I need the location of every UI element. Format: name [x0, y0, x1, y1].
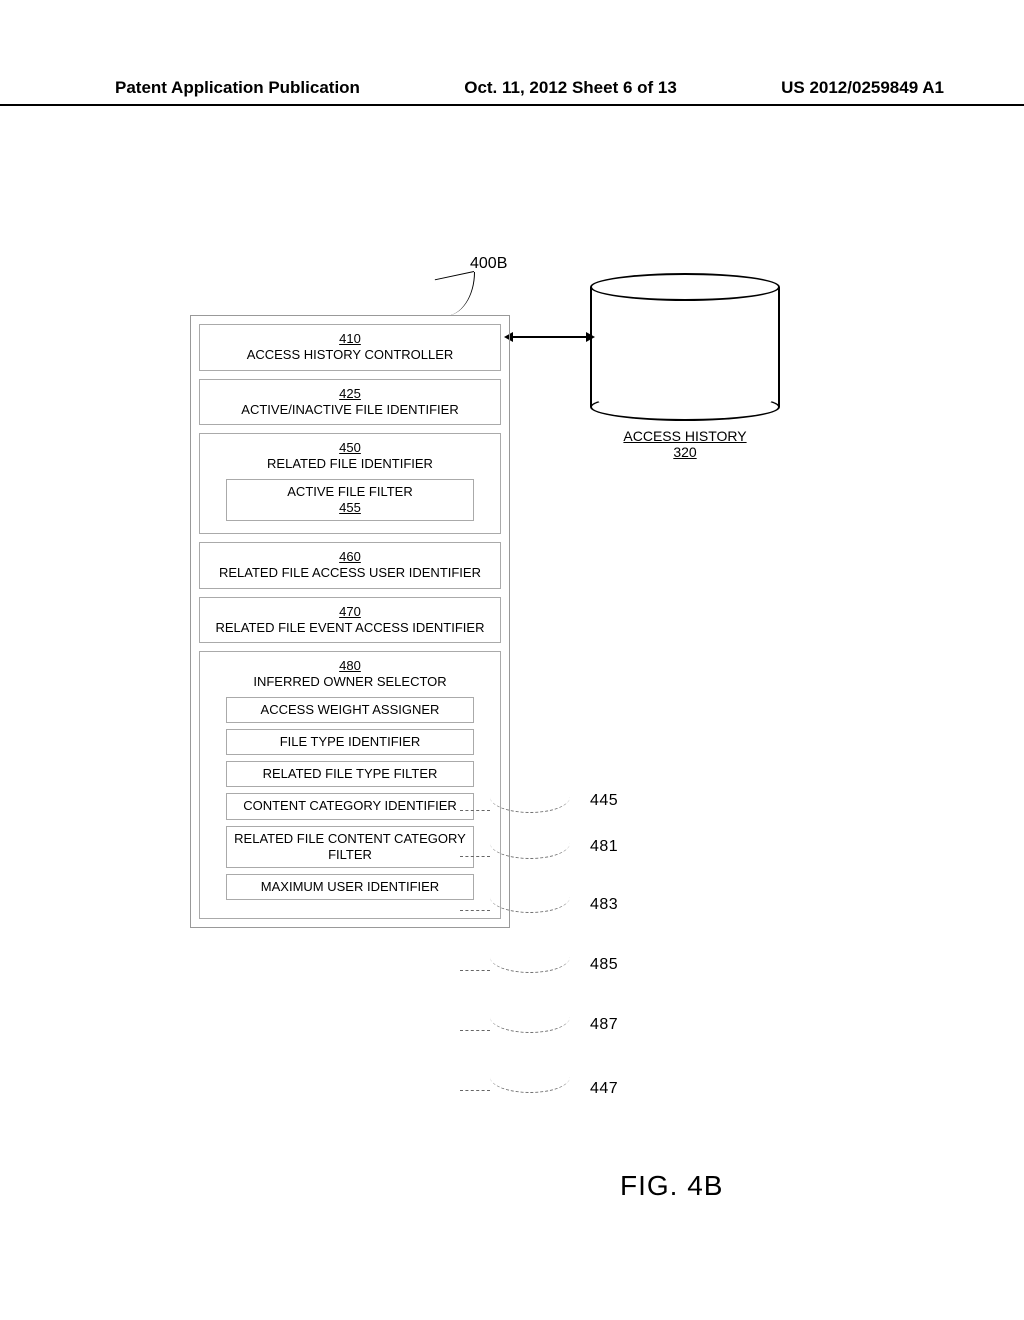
submodule-name: ACCESS WEIGHT ASSIGNER — [261, 702, 440, 717]
submodule-name: CONTENT CATEGORY IDENTIFIER — [243, 798, 457, 813]
callout-leader — [460, 1030, 490, 1031]
main-module-column: 410 ACCESS HISTORY CONTROLLER 425 ACTIVE… — [190, 315, 510, 928]
submodule-445: ACCESS WEIGHT ASSIGNER — [226, 697, 474, 723]
module-ref: 450 — [339, 440, 361, 455]
submodule-487: RELATED FILE CONTENT CATEGORY FILTER — [226, 826, 474, 869]
module-name: INFERRED OWNER SELECTOR — [253, 674, 446, 689]
submodule-481: FILE TYPE IDENTIFIER — [226, 729, 474, 755]
submodule-455: ACTIVE FILE FILTER 455 — [226, 479, 474, 522]
module-name: ACTIVE/INACTIVE FILE IDENTIFIER — [241, 402, 458, 417]
submodule-name: RELATED FILE CONTENT CATEGORY FILTER — [234, 831, 466, 862]
submodule-483: RELATED FILE TYPE FILTER — [226, 761, 474, 787]
callout-curve — [490, 956, 570, 973]
header-right: US 2012/0259849 A1 — [781, 78, 944, 98]
callout-leader — [460, 856, 490, 857]
module-480: 480 INFERRED OWNER SELECTOR ACCESS WEIGH… — [199, 651, 501, 919]
page-header: Patent Application Publication Oct. 11, … — [0, 78, 1024, 106]
callout-481: 481 — [590, 838, 618, 856]
module-ref: 410 — [339, 331, 361, 346]
callout-leader — [460, 810, 490, 811]
callout-leader — [460, 910, 490, 911]
db-connector-line — [510, 336, 590, 338]
module-ref: 470 — [339, 604, 361, 619]
database-cylinder-icon: ACCESS HISTORY 320 — [590, 273, 780, 418]
callout-curve — [490, 1016, 570, 1033]
submodule-ref: 455 — [339, 500, 361, 515]
submodule-name: FILE TYPE IDENTIFIER — [280, 734, 421, 749]
database-title: ACCESS HISTORY — [623, 428, 746, 444]
callout-leader — [460, 970, 490, 971]
module-ref: 460 — [339, 549, 361, 564]
module-470: 470 RELATED FILE EVENT ACCESS IDENTIFIER — [199, 597, 501, 644]
module-name: RELATED FILE IDENTIFIER — [267, 456, 433, 471]
module-ref: 480 — [339, 658, 361, 673]
system-ref-label: 400B — [470, 255, 507, 273]
submodule-name: RELATED FILE TYPE FILTER — [263, 766, 438, 781]
header-left: Patent Application Publication — [115, 78, 360, 98]
submodule-485: CONTENT CATEGORY IDENTIFIER — [226, 793, 474, 819]
module-name: ACCESS HISTORY CONTROLLER — [247, 347, 454, 362]
module-460: 460 RELATED FILE ACCESS USER IDENTIFIER — [199, 542, 501, 589]
module-410: 410 ACCESS HISTORY CONTROLLER — [199, 324, 501, 371]
header-center: Oct. 11, 2012 Sheet 6 of 13 — [464, 78, 677, 98]
submodule-name: ACTIVE FILE FILTER — [287, 484, 412, 499]
module-name: RELATED FILE EVENT ACCESS IDENTIFIER — [216, 620, 485, 635]
submodule-447: MAXIMUM USER IDENTIFIER — [226, 874, 474, 900]
database-ref: 320 — [590, 444, 780, 460]
submodule-name: MAXIMUM USER IDENTIFIER — [261, 879, 439, 894]
module-450: 450 RELATED FILE IDENTIFIER ACTIVE FILE … — [199, 433, 501, 534]
figure-label: FIG. 4B — [620, 1170, 723, 1202]
callout-483: 483 — [590, 896, 618, 914]
callout-487: 487 — [590, 1016, 618, 1034]
callout-447: 447 — [590, 1080, 618, 1098]
callout-curve — [490, 1076, 570, 1093]
module-425: 425 ACTIVE/INACTIVE FILE IDENTIFIER — [199, 379, 501, 426]
callout-445: 445 — [590, 792, 618, 810]
callout-leader — [460, 1090, 490, 1091]
module-name: RELATED FILE ACCESS USER IDENTIFIER — [219, 565, 481, 580]
callout-485: 485 — [590, 956, 618, 974]
database-label: ACCESS HISTORY 320 — [590, 428, 780, 460]
module-ref: 425 — [339, 386, 361, 401]
system-ref-leader — [440, 272, 475, 316]
